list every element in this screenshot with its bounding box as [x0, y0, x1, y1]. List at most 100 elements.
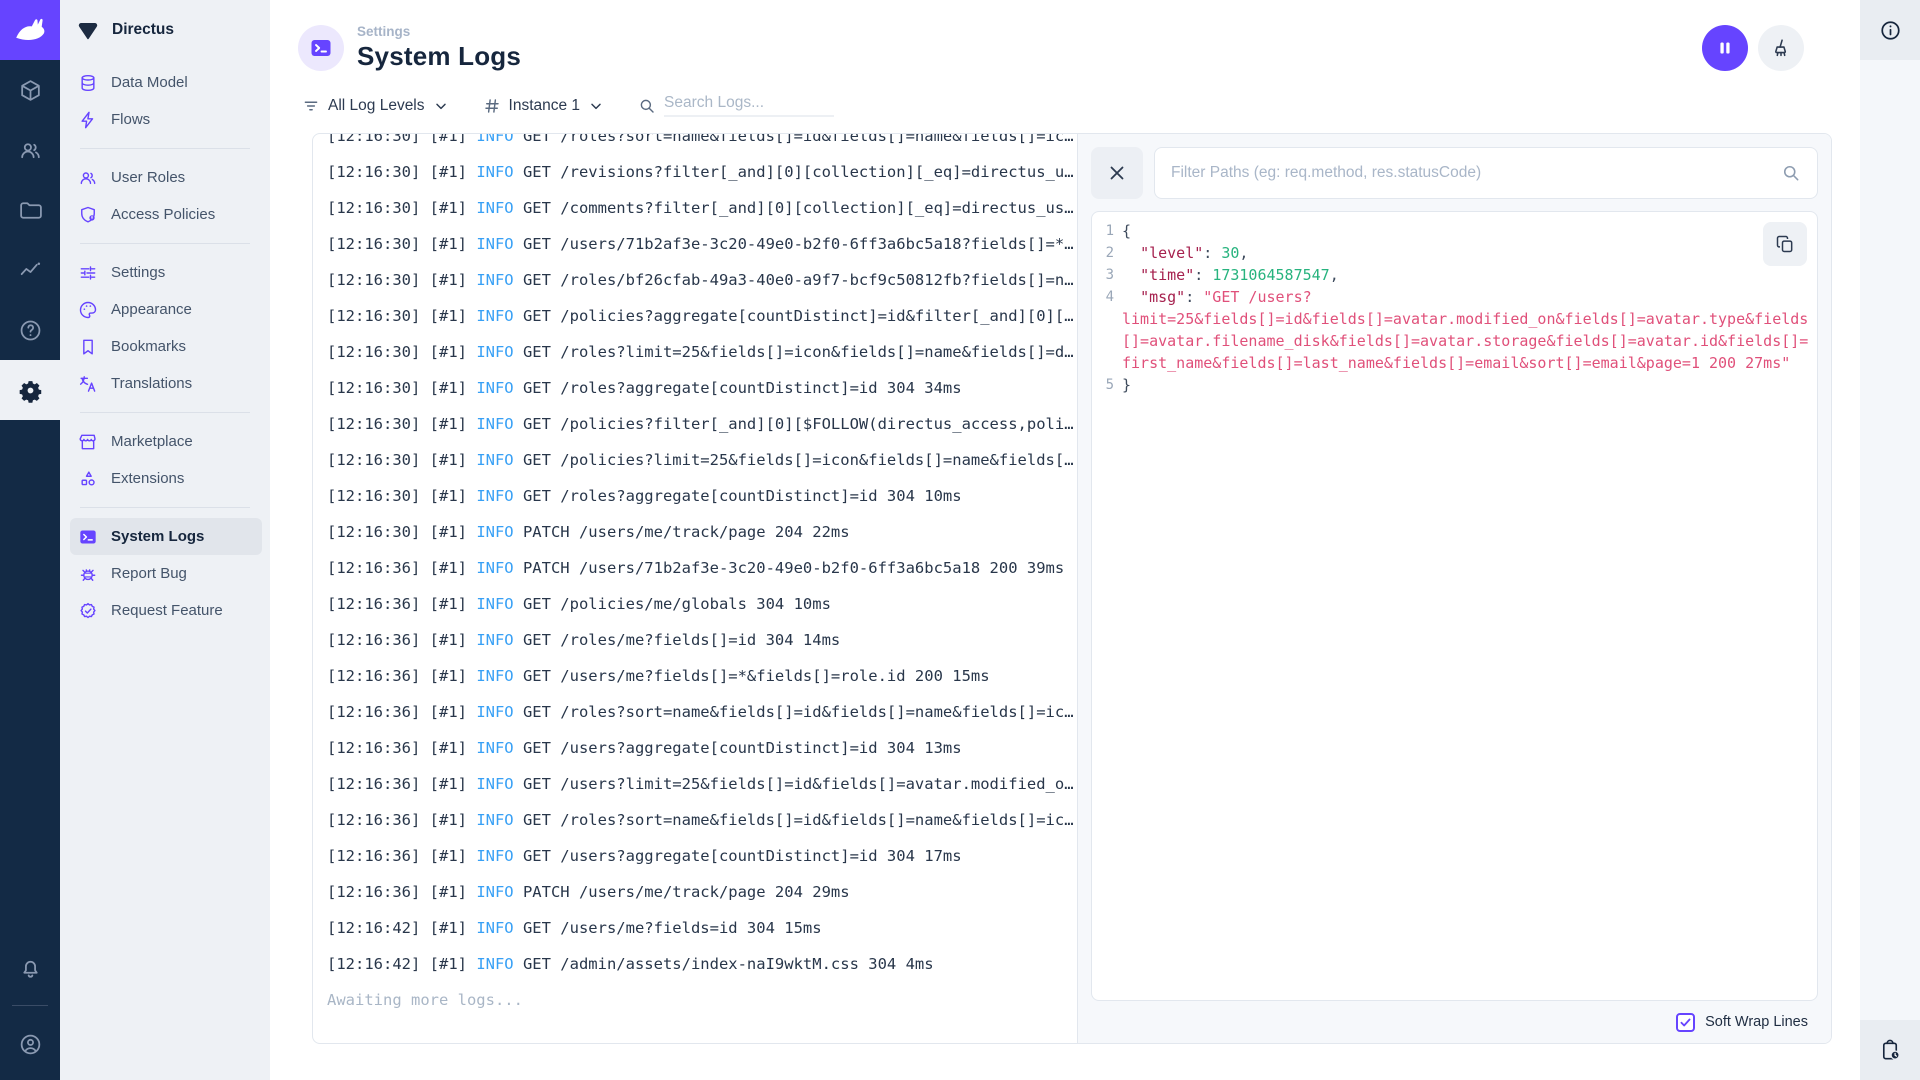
nav-divider	[80, 412, 250, 413]
sidebar-item-access-policies[interactable]: Access Policies	[70, 196, 262, 233]
sidebar-item-request-feature[interactable]: Request Feature	[70, 592, 262, 629]
sidebar-item-label: User Roles	[111, 169, 186, 186]
code-line: 4 "msg": "GET /users?	[1106, 286, 1763, 308]
page-info-button[interactable]	[1860, 0, 1920, 60]
log-message: GET /roles/me?fields[]=id 304 14ms	[513, 631, 841, 649]
log-row[interactable]: [12:16:36] [#1] INFO GET /users/me?field…	[327, 658, 1077, 694]
log-timestamp: [12:16:42] [#1]	[327, 955, 477, 973]
user-avatar[interactable]	[0, 1014, 60, 1074]
code-line: limit=25&fields[]=id&fields[]=avatar.mod…	[1122, 308, 1808, 330]
terminal-icon	[311, 40, 331, 56]
log-message: GET /revisions?filter[_and][0][collectio…	[513, 163, 1074, 181]
close-icon	[1110, 166, 1124, 180]
clear-logs-button[interactable]	[1758, 25, 1804, 71]
sidebar-item-user-roles[interactable]: User Roles	[70, 159, 262, 196]
log-row[interactable]: [12:16:42] [#1] INFO GET /users/me?field…	[327, 910, 1077, 946]
rabbit-logo-icon	[16, 18, 45, 41]
log-row[interactable]: [12:16:30] [#1] INFO GET /roles?sort=nam…	[327, 134, 1077, 154]
log-row[interactable]: [12:16:36] [#1] INFO PATCH /users/71b2af…	[327, 550, 1077, 586]
log-row[interactable]: [12:16:36] [#1] INFO GET /roles?sort=nam…	[327, 694, 1077, 730]
project-shield-icon	[78, 23, 98, 40]
log-level: INFO	[476, 134, 514, 145]
log-row[interactable]: [12:16:42] [#1] INFO GET /admin/assets/i…	[327, 946, 1077, 982]
detail-toolbar	[1091, 147, 1818, 199]
module-users[interactable]	[0, 120, 60, 180]
log-row[interactable]: [12:16:36] [#1] INFO GET /policies/me/gl…	[327, 586, 1077, 622]
cube-icon	[20, 79, 40, 101]
project-switcher[interactable]: Directus	[60, 0, 270, 60]
soft-wrap-checkbox[interactable]	[1676, 1012, 1696, 1032]
sidebar-item-label: Data Model	[111, 74, 188, 91]
log-levels-dropdown[interactable]: All Log Levels	[302, 97, 449, 115]
log-row[interactable]: [12:16:30] [#1] INFO GET /policies?aggre…	[327, 298, 1077, 334]
module-files[interactable]	[0, 180, 60, 240]
sidebar-item-marketplace[interactable]: Marketplace	[70, 423, 262, 460]
sidebar-item-translations[interactable]: Translations	[70, 365, 262, 402]
log-row[interactable]: [12:16:30] [#1] INFO GET /roles?aggregat…	[327, 370, 1077, 406]
module-insights[interactable]	[0, 240, 60, 300]
activity-log-button[interactable]	[1860, 1020, 1920, 1080]
sidebar-item-data-model[interactable]: Data Model	[70, 64, 262, 101]
search-logs-input[interactable]	[664, 94, 835, 117]
code-line: 5}	[1106, 374, 1763, 396]
log-row[interactable]: [12:16:30] [#1] INFO PATCH /users/me/tra…	[327, 514, 1077, 550]
module-settings[interactable]	[0, 360, 60, 420]
log-timestamp: [12:16:30] [#1]	[327, 451, 477, 469]
code-text: {	[1122, 222, 1132, 240]
copy-json-button[interactable]	[1763, 222, 1807, 266]
sidebar-item-report-bug[interactable]: Report Bug	[70, 555, 262, 592]
pause-logs-button[interactable]	[1702, 25, 1748, 71]
log-level: INFO	[476, 163, 514, 181]
sidebar-item-settings[interactable]: Settings	[70, 254, 262, 291]
log-row[interactable]: [12:16:30] [#1] INFO GET /roles/bf26cfab…	[327, 262, 1077, 298]
line-number: 4	[1105, 289, 1114, 305]
log-timestamp: [12:16:36] [#1]	[327, 703, 477, 721]
sidebar-item-label: Access Policies	[111, 206, 216, 223]
log-message: GET /roles?limit=25&fields[]=icon&fields…	[513, 343, 1074, 361]
code-text: first_name&fields[]=last_name&fields[]=e…	[1122, 354, 1791, 372]
log-level: INFO	[476, 559, 514, 577]
log-level: INFO	[476, 271, 514, 289]
log-row[interactable]: [12:16:30] [#1] INFO GET /policies?limit…	[327, 442, 1077, 478]
log-row[interactable]: [12:16:36] [#1] INFO PATCH /users/me/tra…	[327, 874, 1077, 910]
nav-sidebar: Directus Data Model Flows User Roles Access…	[60, 0, 270, 1080]
filter-bar: All Log Levels Instance 1	[270, 72, 1860, 129]
nav-section: Settings Appearance Bookmarks Translations	[60, 250, 270, 406]
log-row[interactable]: [12:16:30] [#1] INFO GET /roles?aggregat…	[327, 478, 1077, 514]
log-row[interactable]: [12:16:30] [#1] INFO GET /revisions?filt…	[327, 154, 1077, 190]
log-level: INFO	[476, 379, 514, 397]
log-row[interactable]: [12:16:30] [#1] INFO GET /roles?limit=25…	[327, 334, 1077, 370]
module-help[interactable]	[0, 300, 60, 360]
log-row[interactable]: [12:16:30] [#1] INFO GET /comments?filte…	[327, 190, 1077, 226]
sidebar-item-bookmarks[interactable]: Bookmarks	[70, 328, 262, 365]
log-row[interactable]: [12:16:36] [#1] INFO GET /users?limit=25…	[327, 766, 1077, 802]
log-message: GET /policies?limit=25&fields[]=icon&fie…	[513, 451, 1074, 469]
directus-logo[interactable]	[0, 0, 60, 60]
code-text: "level": 30,	[1140, 244, 1249, 262]
log-row[interactable]: [12:16:30] [#1] INFO GET /users/71b2af3e…	[327, 226, 1077, 262]
nav-divider	[80, 243, 250, 244]
sidebar-item-label: System Logs	[111, 528, 205, 545]
log-timestamp: [12:16:30] [#1]	[327, 271, 477, 289]
copy-icon	[1776, 235, 1793, 253]
sidebar-item-flows[interactable]: Flows	[70, 101, 262, 138]
notifications-bell[interactable]	[0, 937, 60, 997]
log-row[interactable]: [12:16:36] [#1] INFO GET /roles/me?field…	[327, 622, 1077, 658]
nav-section: User Roles Access Policies	[60, 155, 270, 237]
log-row[interactable]: [12:16:36] [#1] INFO GET /users?aggregat…	[327, 838, 1077, 874]
module-content[interactable]	[0, 60, 60, 120]
code-text: "msg": "GET /users?	[1140, 288, 1312, 306]
close-detail-button[interactable]	[1091, 147, 1143, 199]
instance-dropdown[interactable]: Instance 1	[483, 97, 605, 115]
log-timestamp: [12:16:30] [#1]	[327, 487, 477, 505]
line-number: 5	[1105, 377, 1114, 393]
log-row[interactable]: [12:16:36] [#1] INFO GET /roles?sort=nam…	[327, 802, 1077, 838]
log-timestamp: [12:16:30] [#1]	[327, 415, 477, 433]
log-row[interactable]: [12:16:30] [#1] INFO GET /policies?filte…	[327, 406, 1077, 442]
log-row[interactable]: [12:16:36] [#1] INFO GET /users?aggregat…	[327, 730, 1077, 766]
sidebar-item-appearance[interactable]: Appearance	[70, 291, 262, 328]
sidebar-item-extensions[interactable]: Extensions	[70, 460, 262, 497]
sidebar-item-system-logs[interactable]: System Logs	[70, 518, 262, 555]
log-level: INFO	[476, 919, 514, 937]
filter-paths-input[interactable]	[1171, 164, 1771, 182]
